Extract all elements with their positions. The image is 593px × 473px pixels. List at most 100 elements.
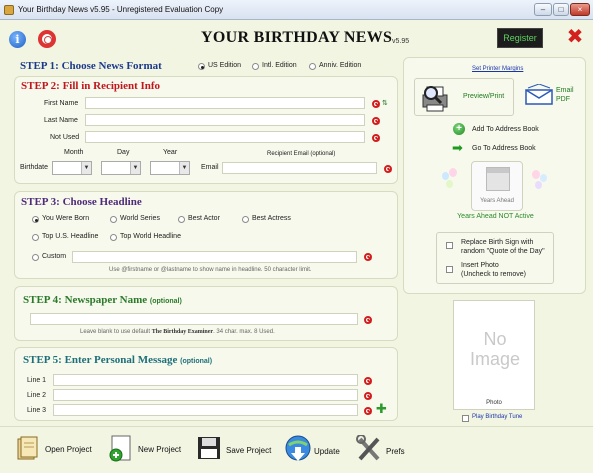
first-name-input[interactable] [85,97,365,109]
radio-anniv-edition[interactable] [309,63,316,70]
insert-photo-line2: (Uncheck to remove) [461,271,526,278]
hint-suffix: . 34 char. max. 8 Used. [213,329,275,335]
years-ahead-label: Years Ahead [480,198,514,204]
clear-newspaper-name-icon[interactable] [364,316,372,324]
newspaper-name-input[interactable] [30,313,358,325]
radio-custom[interactable] [32,254,39,261]
clear-first-name-icon[interactable] [372,100,380,108]
custom-headline-input[interactable] [72,251,357,263]
minimize-button[interactable]: – [534,3,552,16]
replace-birth-sign-label: Replace Birth Sign with random "Quote of… [461,238,545,256]
save-project-button[interactable]: Save Project [197,433,277,465]
year-select[interactable]: ▼ [150,161,190,175]
step4-optional: (optional) [149,298,182,305]
close-button[interactable]: × [570,3,590,16]
set-printer-margins-link[interactable]: Set Printer Margins [472,66,523,72]
first-name-label: First Name [44,100,79,107]
clear-line1-icon[interactable] [364,377,372,385]
last-name-input[interactable] [85,114,365,126]
not-used-input[interactable] [85,131,365,143]
play-birthday-tune-checkbox[interactable] [462,415,469,422]
email-label: Email [201,164,219,171]
hint-prefix: Leave blank to use default [80,329,151,335]
update-button[interactable]: Update [285,433,345,467]
clear-not-used-icon[interactable] [372,134,380,142]
radio-anniv-edition-label: Anniv. Edition [319,62,362,69]
go-to-address-book[interactable]: Go To Address Book [472,145,536,152]
app-version: v5.95 [392,38,410,45]
not-used-label: Not Used [50,134,80,141]
email-input[interactable] [222,162,377,174]
radio-top-world-headline-label: Top World Headline [120,233,181,240]
help-lifebuoy-icon[interactable] [38,30,56,48]
info-icon[interactable]: i [9,31,26,48]
day-select[interactable]: ▼ [101,161,141,175]
add-line-icon[interactable]: ✚ [376,402,387,415]
new-document-icon [109,435,131,462]
step1-panel: STEP 1: Choose News Format US Edition In… [14,57,398,75]
month-select[interactable]: ▼ [52,161,92,175]
add-address-book-icon[interactable]: + [453,123,465,135]
chevron-down-icon: ▼ [81,162,91,174]
step5-panel: STEP 5: Enter Personal Message (optional… [14,347,398,421]
recipient-email-label: Recipient Email (optional) [267,151,336,157]
radio-top-world-headline[interactable] [110,234,117,241]
new-project-button[interactable]: New Project [108,433,188,465]
open-folder-icon [17,436,38,460]
insert-photo-checkbox[interactable] [446,266,453,273]
last-name-label: Last Name [44,117,78,124]
radio-top-us-headline[interactable] [32,234,39,241]
maximize-button[interactable]: □ [553,3,569,16]
clear-line3-icon[interactable] [364,407,372,415]
radio-us-edition[interactable] [198,63,205,70]
clear-email-icon[interactable] [384,165,392,173]
chevron-down-icon: ▼ [130,162,140,174]
hint-default-name: The Birthday Examiner [151,329,214,335]
title-bar: Your Birthday News v5.95 - Unregistered … [0,0,593,20]
step2-title: STEP 2: Fill in Recipient Info [21,80,161,92]
add-to-address-book[interactable]: Add To Address Book [472,126,539,133]
swap-names-icon[interactable]: ⇅ [382,99,388,107]
step5-title-text: STEP 5: Enter Personal Message [23,354,178,366]
play-birthday-tune-label[interactable]: Play Birthday Tune [472,414,522,420]
line2-input[interactable] [53,389,358,401]
prefs-label: Prefs [386,447,405,456]
open-project-button[interactable]: Open Project [16,433,96,465]
prefs-button[interactable]: Prefs [356,433,416,467]
replace-sign-line1: Replace Birth Sign with [461,239,534,246]
email-pdf-label: Email PDF [556,86,574,104]
insert-photo-line1: Insert Photo [461,262,499,269]
radio-best-actor[interactable] [178,216,185,223]
photo-label: Photo [486,400,502,406]
replace-birth-sign-checkbox[interactable] [446,242,453,249]
step2-panel: STEP 2: Fill in Recipient Info First Nam… [14,76,398,184]
radio-best-actress-label: Best Actress [252,215,291,222]
clear-custom-headline-icon[interactable] [364,253,372,261]
photo-box[interactable]: No Image Photo [453,300,535,410]
line1-input[interactable] [53,374,358,386]
envelope-icon [525,84,553,105]
years-ahead-button[interactable]: Years Ahead [471,161,523,211]
app-title: YOUR BIRTHDAY NEWS [201,29,393,46]
exit-x-icon[interactable]: ✖ [566,27,584,47]
radio-intl-edition[interactable] [252,63,259,70]
preview-print-button[interactable]: Preview/Print [414,78,514,116]
radio-best-actress[interactable] [242,216,249,223]
clear-last-name-icon[interactable] [372,117,380,125]
calendar-icon [486,167,510,191]
bottom-toolbar: Open Project New Project Save Project Up… [0,426,593,473]
radio-world-series[interactable] [110,216,117,223]
save-project-label: Save Project [226,446,272,455]
clear-line2-icon[interactable] [364,392,372,400]
email-pdf-button[interactable]: Email PDF [522,80,582,114]
go-arrow-icon[interactable]: ➡ [452,141,463,154]
register-button[interactable]: Register [497,28,543,48]
step3-panel: STEP 3: Choose Headline You Were Born Wo… [14,191,398,279]
line1-label: Line 1 [27,377,47,384]
step3-title: STEP 3: Choose Headline [21,196,142,208]
line3-input[interactable] [53,404,358,416]
step4-title: STEP 4: Newspaper Name (optional) [23,294,182,306]
no-image-line1: No [483,329,507,349]
tools-icon [356,435,380,461]
radio-you-were-born[interactable] [32,216,39,223]
